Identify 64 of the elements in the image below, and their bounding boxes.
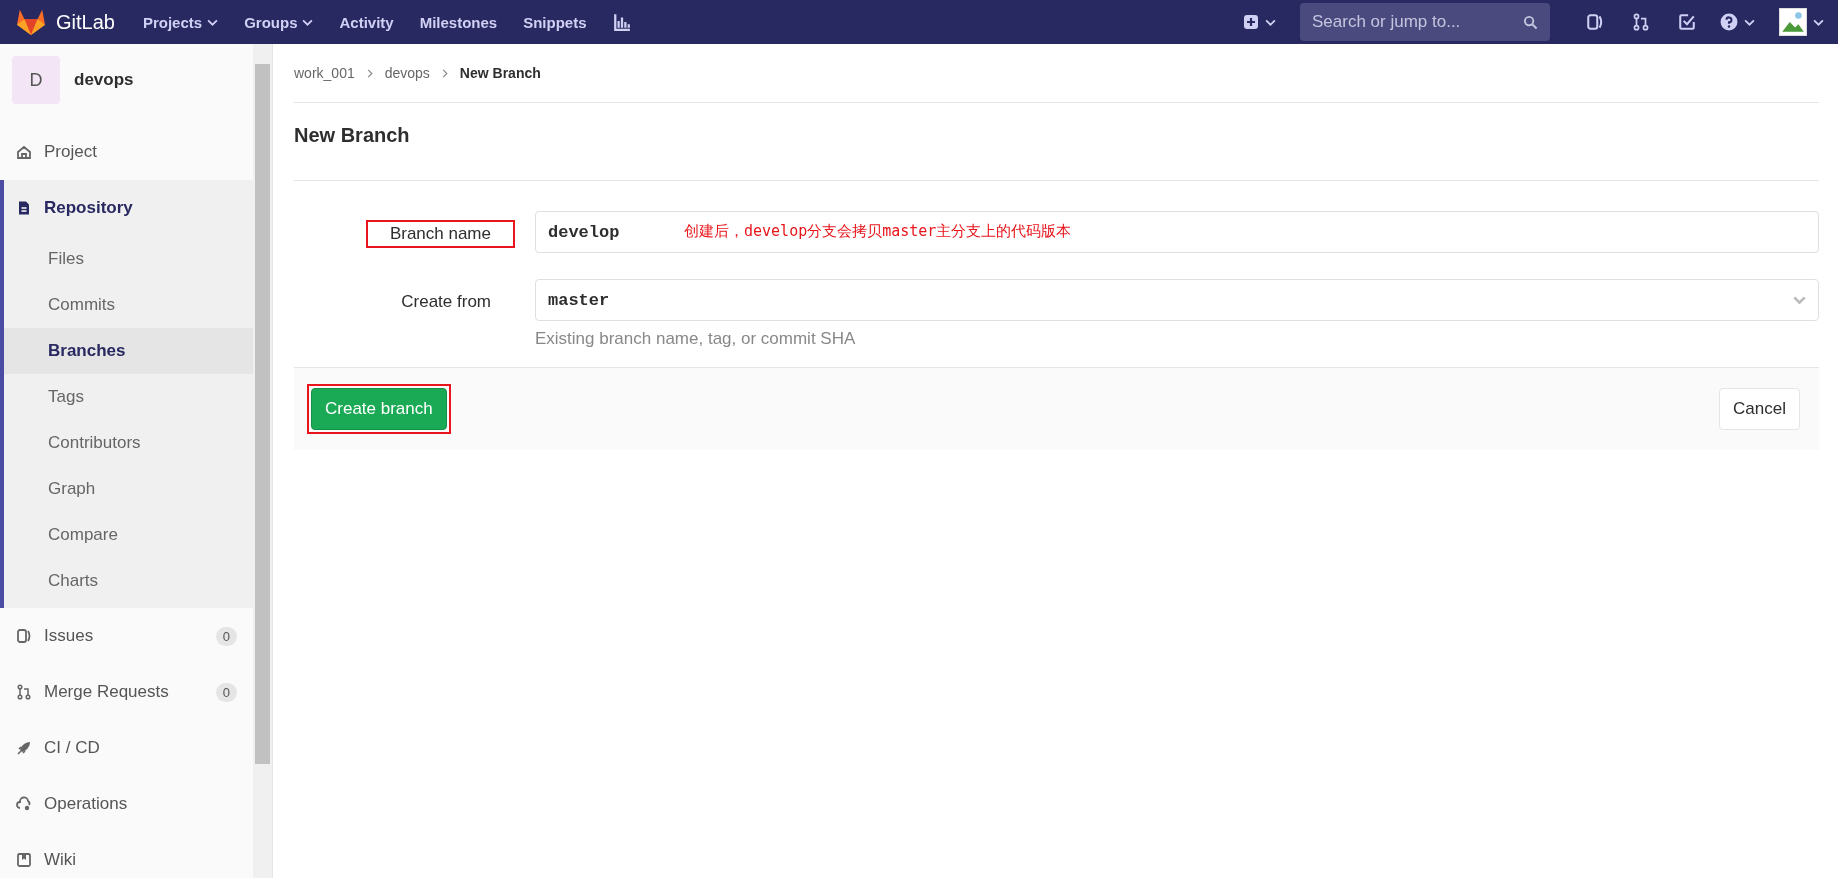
chevron-down-icon: [1793, 296, 1806, 304]
sidebar-subitem[interactable]: Charts: [4, 558, 253, 604]
sidebar-subitem[interactable]: Compare: [4, 512, 253, 558]
sidebar-item[interactable]: Wiki: [0, 832, 253, 878]
search-icon: [1523, 15, 1538, 30]
breadcrumb-link[interactable]: work_001: [294, 65, 355, 81]
project-avatar[interactable]: D: [12, 56, 60, 104]
help-icon: [1720, 13, 1738, 31]
document-icon: [16, 200, 32, 216]
issues-icon[interactable]: [1586, 13, 1604, 31]
nav-link[interactable]: Activity: [339, 13, 394, 31]
todo-check-icon[interactable]: [1678, 13, 1696, 31]
project-name[interactable]: devops: [74, 70, 134, 90]
user-menu[interactable]: [1779, 8, 1824, 36]
search-field[interactable]: Search or jump to...: [1300, 3, 1550, 41]
fox-logo-icon[interactable]: [16, 8, 46, 36]
chevron-down-icon: [302, 18, 314, 26]
sidebar-subitem[interactable]: Tags: [4, 374, 253, 420]
scrollbar[interactable]: [253, 44, 272, 878]
nav-link[interactable]: Snippets: [523, 13, 587, 31]
field-label: Branch name: [365, 220, 515, 248]
breadcrumb-link[interactable]: New Branch: [459, 65, 541, 81]
home-icon: [16, 144, 32, 160]
issues-icon: [16, 628, 32, 644]
bar-chart-icon[interactable]: [612, 13, 631, 31]
book-icon: [16, 852, 32, 868]
sidebar-subitem[interactable]: Graph: [4, 466, 253, 512]
avatar-icon: [1779, 8, 1807, 36]
create-from-dropdown[interactable]: master: [535, 279, 1819, 321]
brand-name[interactable]: GitLab: [56, 10, 115, 34]
sidebar-item[interactable]: Merge Requests 0: [0, 664, 253, 720]
help-dropdown[interactable]: [1720, 13, 1755, 31]
merge-request-icon: [16, 684, 32, 700]
nav-link[interactable]: Milestones: [419, 13, 498, 31]
annotation-text: 创建后，develop分支会拷贝master主分支上的代码版本: [684, 222, 1072, 241]
cloud-gear-icon: [16, 796, 32, 812]
breadcrumb-link[interactable]: devops: [384, 65, 430, 81]
sidebar-subitem[interactable]: Branches: [4, 328, 253, 374]
rocket-icon: [16, 740, 32, 756]
sidebar-subitem[interactable]: Files: [4, 236, 253, 282]
help-text: Existing branch name, tag, or commit SHA: [535, 329, 857, 349]
merge-request-icon[interactable]: [1632, 13, 1650, 31]
sidebar-item[interactable]: Issues 0: [0, 608, 253, 664]
sidebar-item[interactable]: Project: [0, 124, 253, 180]
sidebar-item[interactable]: Operations: [0, 776, 253, 832]
chevron-down-icon: [1744, 18, 1755, 26]
chevron-right-icon: [366, 68, 373, 78]
sidebar-subitem[interactable]: Contributors: [4, 420, 253, 466]
page-title: New Branch: [294, 103, 1819, 181]
chevron-right-icon: [441, 68, 448, 78]
count-badge: 0: [215, 682, 237, 702]
nav-link[interactable]: Groups: [244, 13, 314, 31]
count-badge: 0: [215, 626, 237, 646]
cancel-button[interactable]: Cancel: [1719, 388, 1800, 430]
chevron-down-icon: [1813, 18, 1824, 26]
field-label: Create from: [400, 291, 492, 313]
sidebar-item[interactable]: CI / CD: [0, 720, 253, 776]
chevron-down-icon: [207, 18, 219, 26]
nav-link[interactable]: Projects: [142, 13, 219, 31]
new-item-dropdown[interactable]: [1243, 14, 1276, 30]
chevron-down-icon: [1265, 18, 1276, 26]
sidebar-subitem[interactable]: Commits: [4, 282, 253, 328]
sidebar-item[interactable]: Repository: [4, 180, 253, 236]
plus-icon: [1243, 14, 1259, 30]
